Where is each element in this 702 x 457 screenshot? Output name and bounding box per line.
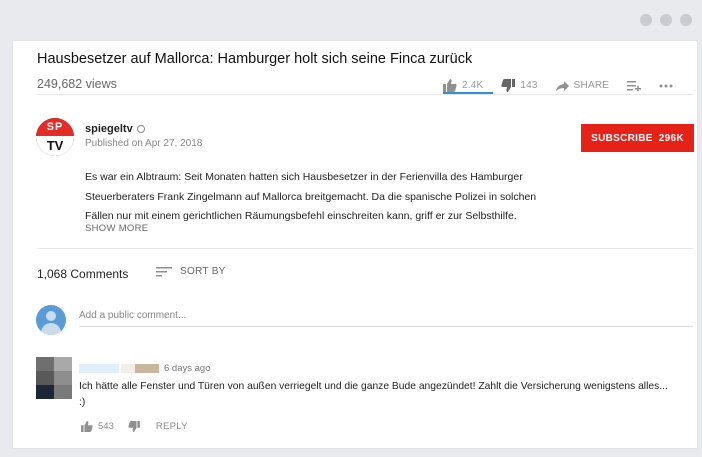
comment-text: Ich hätte alle Fenster und Türen von auß… [79, 379, 694, 411]
divider [37, 94, 693, 95]
add-to-playlist-button[interactable] [627, 80, 642, 91]
comment-like-icon[interactable] [81, 421, 93, 432]
subscriber-count: 296K [658, 132, 684, 144]
more-actions-button[interactable] [659, 84, 673, 88]
sort-by-button[interactable]: SORT BY [156, 266, 226, 277]
video-actions: 2.4K 143 SHARE [443, 79, 691, 92]
comment-actions: 543 REPLY [81, 421, 188, 432]
channel-avatar-text-top: SP [36, 118, 74, 136]
description-line: Es war ein Albtraum: Seit Monaten hatten… [85, 171, 523, 183]
subscribe-button[interactable]: SUBSCRIBE 296K [581, 124, 694, 152]
user-icon-head [46, 311, 56, 321]
view-count: 249,682 views [37, 77, 117, 91]
window-titlebar [0, 0, 702, 40]
share-arrow-icon [555, 80, 569, 91]
subscribe-label: SUBSCRIBE [591, 132, 653, 144]
share-button[interactable]: SHARE [555, 80, 610, 91]
reply-button[interactable]: REPLY [156, 421, 188, 432]
verified-icon [136, 125, 145, 133]
current-user-avatar [36, 305, 66, 335]
channel-avatar-text-bottom: TV [36, 136, 74, 156]
comment-like-count: 543 [98, 421, 114, 432]
description-line: Fällen nur mit einem gerichtlichen Räumu… [85, 210, 517, 222]
add-comment-input[interactable] [79, 305, 693, 327]
more-horizontal-icon [659, 84, 673, 87]
comment-time: 6 days ago [164, 363, 211, 374]
thumbs-up-icon [443, 79, 457, 92]
commenter-avatar[interactable] [36, 357, 72, 399]
video-description: Es war ein Albtraum: Seit Monaten hatten… [85, 168, 565, 227]
description-line: Steuerberaters Frank Zingelmann auf Mall… [85, 190, 537, 203]
like-button[interactable]: 2.4K [443, 79, 483, 92]
window-controls [640, 14, 692, 26]
window-control-dot[interactable] [680, 14, 692, 26]
playlist-add-icon [627, 80, 642, 91]
thumbs-down-icon [501, 79, 516, 92]
comments-count: 1,068 Comments [37, 267, 129, 281]
window-control-dot[interactable] [660, 14, 672, 26]
sort-by-label: SORT BY [180, 266, 226, 277]
show-more-button[interactable]: SHOW MORE [85, 223, 148, 234]
comment-line: Ich hätte alle Fenster und Türen von auß… [79, 381, 668, 392]
divider [37, 248, 693, 249]
user-icon-body [41, 323, 61, 335]
video-title: Hausbesetzer auf Mallorca: Hamburger hol… [37, 51, 473, 67]
sort-icon [156, 266, 172, 276]
comment-dislike-icon[interactable] [128, 421, 140, 432]
comment-line: :) [79, 397, 86, 408]
dislike-button[interactable]: 143 [501, 79, 537, 92]
channel-avatar[interactable]: SP TV [36, 118, 74, 156]
publish-date: Published on Apr 27, 2018 [85, 138, 203, 149]
commenter-name-redacted[interactable]: 6 days ago [79, 363, 210, 374]
channel-name-row: spiegeltv [85, 123, 145, 135]
dislike-count: 143 [520, 80, 538, 91]
video-info-panel: Hausbesetzer auf Mallorca: Hamburger hol… [12, 40, 698, 449]
like-count: 2.4K [462, 80, 484, 91]
channel-name[interactable]: spiegeltv [85, 123, 133, 135]
share-label: SHARE [573, 80, 610, 91]
window-control-dot[interactable] [640, 14, 652, 26]
